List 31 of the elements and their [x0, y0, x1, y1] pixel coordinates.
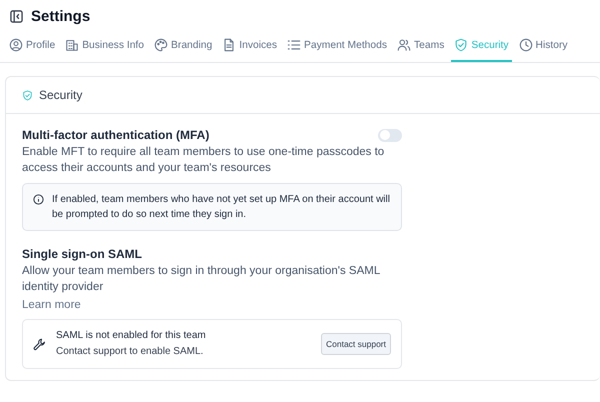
- page-title: Settings: [31, 8, 90, 24]
- wrench-icon: [33, 338, 46, 350]
- info-icon: [33, 194, 44, 205]
- tab[interactable]: Invoices: [219, 34, 280, 62]
- tab[interactable]: Teams: [394, 34, 448, 62]
- list-icon: [287, 38, 302, 52]
- card-title: Security: [39, 88, 82, 102]
- learn-more-link[interactable]: Learn more: [22, 299, 81, 311]
- clock-icon: [518, 38, 533, 52]
- users-icon: [397, 38, 412, 52]
- setting-title: Single sign-on SAML: [22, 247, 143, 261]
- tab[interactable]: Business Info: [62, 34, 148, 62]
- setting-description: Allow your team members to sign in through your organisation's SAML identity provider: [22, 264, 381, 295]
- shield-icon: [22, 90, 33, 100]
- tab[interactable]: Payment Methods: [284, 34, 390, 62]
- shield-icon: [454, 38, 468, 52]
- setting-description: Enable MFT to require all team members to use one-time passcodes to access their accounts and your team's resources: [22, 145, 386, 176]
- tab[interactable]: Profile: [6, 34, 58, 62]
- notice-text: If enabled, team members who have not yet set up MFA on their account will be prompted to do so next time they sign in.: [52, 193, 391, 222]
- contact-support-button[interactable]: Contact support: [320, 333, 391, 355]
- building-icon: [65, 38, 80, 52]
- setting-title: Multi-factor authentication (MFA): [22, 128, 210, 142]
- palette-icon: [154, 38, 168, 52]
- status-text: Contact support to enable SAML.: [56, 345, 204, 359]
- user-icon: [9, 38, 23, 52]
- tab[interactable]: Branding: [151, 34, 216, 62]
- tab[interactable]: History: [516, 34, 571, 62]
- document-icon: [222, 38, 236, 52]
- mfa-toggle[interactable]: [378, 128, 402, 142]
- status-title: SAML is not enabled for this team: [56, 329, 207, 343]
- sidebar-toggle-icon[interactable]: [10, 10, 23, 22]
